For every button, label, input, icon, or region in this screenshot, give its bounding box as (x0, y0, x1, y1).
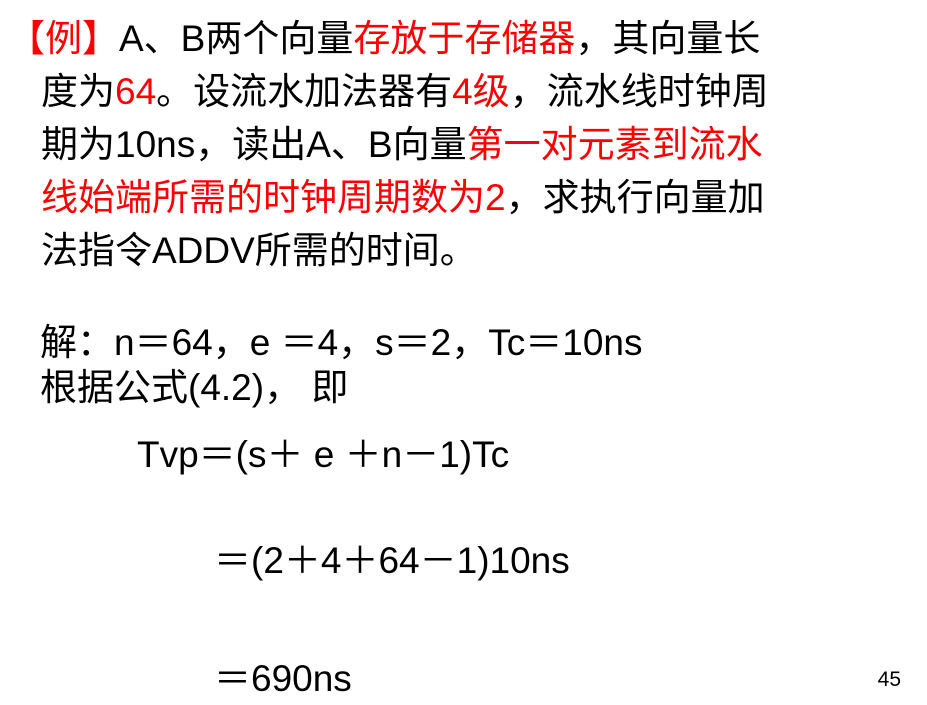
problem-segment: A、B两个向量 (119, 18, 354, 59)
problem-line-1: 【例】A、B两个向量存放于存储器，其向量长 (8, 12, 920, 65)
problem-line-2: 度为64。设流水加法器有4级，流水线时钟周 (8, 65, 920, 118)
problem-segment: 。设流水加法器有 (156, 71, 453, 112)
problem-segment: 法指令ADDV所需的时间。 (41, 230, 477, 271)
slide: 【例】A、B两个向量存放于存储器，其向量长 度为64。设流水加法器有4级，流水线… (0, 0, 927, 701)
problem-segment: 第一对元素到流水 (466, 124, 763, 165)
problem-line-4: 线始端所需的时钟周期数为2，求执行向量加 (8, 171, 920, 224)
problem-segment: 线始端所需的时钟周期数为2 (41, 177, 506, 218)
problem-statement: 【例】A、B两个向量存放于存储器，其向量长 度为64。设流水加法器有4级，流水线… (8, 12, 920, 277)
solution: 解：n＝64，e ＝4，s＝2，Tc＝10ns 根据公式(4.2)， 即 (40, 316, 900, 414)
page-number: 45 (877, 668, 901, 691)
problem-segment: 64 (115, 71, 157, 112)
problem-line-3: 期为10ns，读出A、B向量第一对元素到流水 (8, 118, 920, 171)
problem-segment: 度为 (41, 71, 115, 112)
problem-segment: ，求执行向量加 (505, 177, 765, 218)
problem-segment: ，其向量长 (575, 18, 761, 59)
problem-line-5: 法指令ADDV所需的时间。 (8, 224, 920, 277)
problem-segment: 存放于存储器 (353, 18, 576, 59)
problem-segment: 4级 (452, 71, 510, 112)
problem-segment: ，流水线时钟周 (509, 71, 769, 112)
formula-step-substitution: ＝(2＋4＋64－1)10ns (214, 540, 570, 581)
formula-step-result: ＝690ns (214, 658, 352, 699)
problem-segment: 【例】 (8, 18, 119, 59)
problem-segment: 期为10ns，读出A、B向量 (41, 124, 467, 165)
formula-tvp: Tvp＝(s＋ e ＋n－1)Tc (137, 434, 510, 475)
